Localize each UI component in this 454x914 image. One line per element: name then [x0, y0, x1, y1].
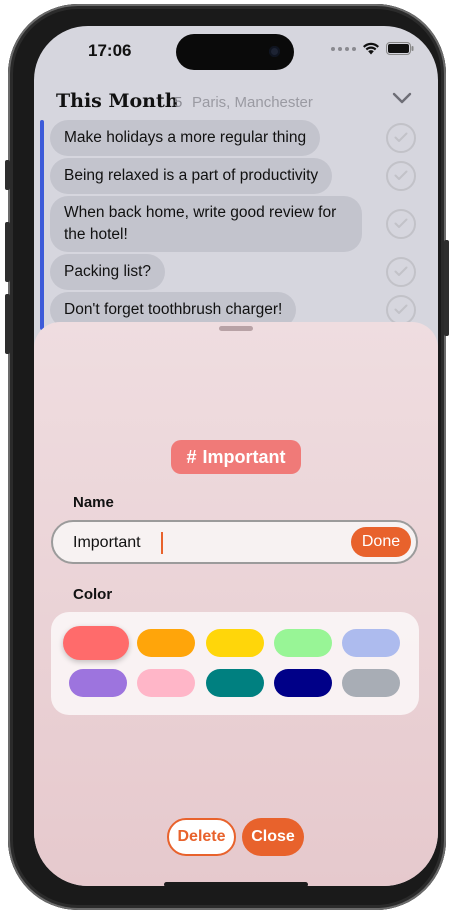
- task-item[interactable]: When back home, write good review for th…: [50, 196, 362, 252]
- sheet-grabber[interactable]: [219, 326, 253, 331]
- task-checkbox[interactable]: [386, 161, 416, 191]
- wifi-icon: [363, 42, 379, 55]
- color-swatch-selected[interactable]: [63, 626, 129, 660]
- color-swatch[interactable]: [206, 669, 264, 697]
- task-checkbox[interactable]: [386, 123, 416, 153]
- section-count: 5: [174, 94, 183, 111]
- screen: 17:06 This Month 5 Paris, Manchester Mak…: [34, 26, 438, 886]
- hash-icon: #: [186, 446, 197, 467]
- task-item[interactable]: Packing list?: [50, 254, 166, 290]
- list-accent-bar: [40, 120, 44, 330]
- color-swatch[interactable]: [342, 669, 400, 697]
- tag-preview-label: Important: [202, 446, 286, 467]
- tag-preview-badge: # Important: [171, 440, 301, 474]
- checkmark-icon: [394, 304, 408, 314]
- close-button[interactable]: Close: [242, 818, 304, 856]
- color-swatch[interactable]: [137, 669, 195, 697]
- volume-down-button: [5, 294, 10, 354]
- status-time: 17:06: [88, 41, 132, 60]
- dynamic-island: [176, 34, 294, 70]
- battery-icon: [386, 42, 414, 55]
- color-swatch[interactable]: [274, 629, 332, 657]
- name-field[interactable]: Done: [51, 520, 418, 564]
- task-item[interactable]: Being relaxed is a part of productivity: [50, 158, 333, 194]
- task-item[interactable]: Make holidays a more regular thing: [50, 120, 321, 156]
- color-swatch[interactable]: [206, 629, 264, 657]
- color-swatch[interactable]: [274, 669, 332, 697]
- task-checkbox[interactable]: [386, 257, 416, 287]
- checkmark-icon: [394, 170, 408, 180]
- cellular-signal-icon: [331, 46, 356, 51]
- color-label: Color: [73, 586, 113, 603]
- task-checkbox[interactable]: [386, 295, 416, 325]
- done-button[interactable]: Done: [351, 527, 411, 557]
- chevron-down-icon[interactable]: [392, 92, 412, 104]
- task-checkbox[interactable]: [386, 209, 416, 239]
- name-label: Name: [73, 494, 114, 511]
- phone-frame: 17:06 This Month 5 Paris, Manchester Mak…: [5, 4, 449, 910]
- checkmark-icon: [394, 266, 408, 276]
- delete-button[interactable]: Delete: [167, 818, 236, 856]
- checkmark-icon: [394, 218, 408, 228]
- volume-up-button: [5, 222, 10, 282]
- color-swatch[interactable]: [342, 629, 400, 657]
- section-places: Paris, Manchester: [192, 94, 313, 111]
- checkmark-icon: [394, 132, 408, 142]
- name-input[interactable]: [73, 531, 333, 555]
- status-icons: [331, 42, 414, 55]
- section-title: This Month: [56, 90, 179, 112]
- edit-tag-sheet: # Important Name Done Color: [34, 322, 438, 886]
- mute-switch: [5, 160, 10, 190]
- camera-icon: [269, 46, 280, 57]
- color-picker: [51, 612, 419, 715]
- color-swatch[interactable]: [137, 629, 195, 657]
- text-cursor: [161, 532, 163, 554]
- power-button: [444, 240, 449, 336]
- home-indicator[interactable]: [164, 882, 308, 886]
- color-swatch[interactable]: [69, 669, 127, 697]
